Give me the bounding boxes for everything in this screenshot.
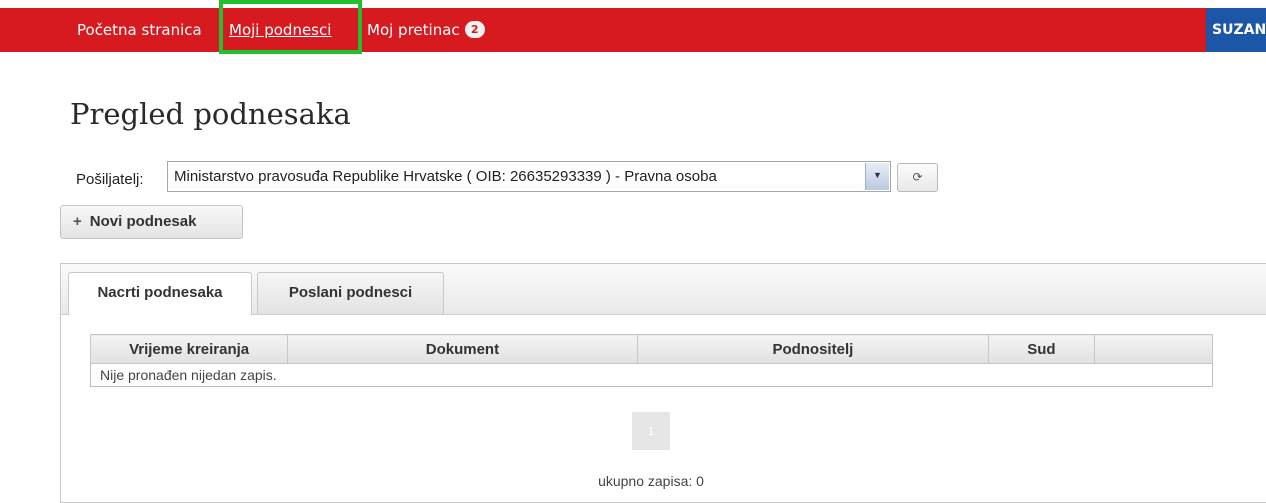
table-row: Nije pronađen nijedan zapis. [90,363,1213,387]
nav-my-submissions-link[interactable]: Moji podnesci [229,8,331,52]
new-submission-button[interactable]: + Novi podnesak [60,205,243,239]
column-header-court[interactable]: Sud [988,334,1095,364]
tab-drafts[interactable]: Nacrti podnesaka [68,272,252,315]
user-menu[interactable]: SUZANA [1206,8,1266,52]
submissions-table: Vrijeme kreiranja Dokument Podnositelj S… [89,334,1214,387]
column-header-created-time[interactable]: Vrijeme kreiranja [89,334,289,364]
total-records: ukupno zapisa: 0 [598,473,704,489]
sender-selected-value: Ministarstvo pravosuđa Republike Hrvatsk… [174,168,717,185]
pagination-page-1[interactable]: 1 [632,412,670,450]
refresh-icon: ⟳ [912,170,923,184]
nav-home-link[interactable]: Početna stranica [77,8,202,52]
table-header-row: Vrijeme kreiranja Dokument Podnositelj S… [89,334,1214,364]
page-title: Pregled podnesaka [70,97,351,132]
column-header-document[interactable]: Dokument [287,334,638,364]
sender-select[interactable]: Ministarstvo pravosuđa Republike Hrvatsk… [167,161,891,192]
column-header-submitter[interactable]: Podnositelj [636,334,990,364]
nav-my-inbox-link[interactable]: Moj pretinac 2 [367,8,485,52]
sender-label: Pošiljatelj: [76,171,144,188]
empty-message: Nije pronađen nijedan zapis. [90,363,1213,387]
new-submission-label: Novi podnesak [89,213,197,230]
column-header-empty [1093,334,1214,364]
dropdown-arrow-icon[interactable]: ▼ [865,163,889,190]
submissions-panel: Nacrti podnesaka Poslani podnesci Vrijem… [60,263,1266,503]
nav-my-inbox-label: Moj pretinac [367,21,460,39]
refresh-button[interactable]: ⟳ [897,163,938,192]
top-navigation-bar: Početna stranica Moji podnesci Moj preti… [0,8,1266,52]
inbox-count-badge: 2 [464,21,485,38]
plus-icon: + [73,213,82,230]
tab-bar: Nacrti podnesaka Poslani podnesci [61,264,1266,315]
tab-sent[interactable]: Poslani podnesci [257,272,444,314]
